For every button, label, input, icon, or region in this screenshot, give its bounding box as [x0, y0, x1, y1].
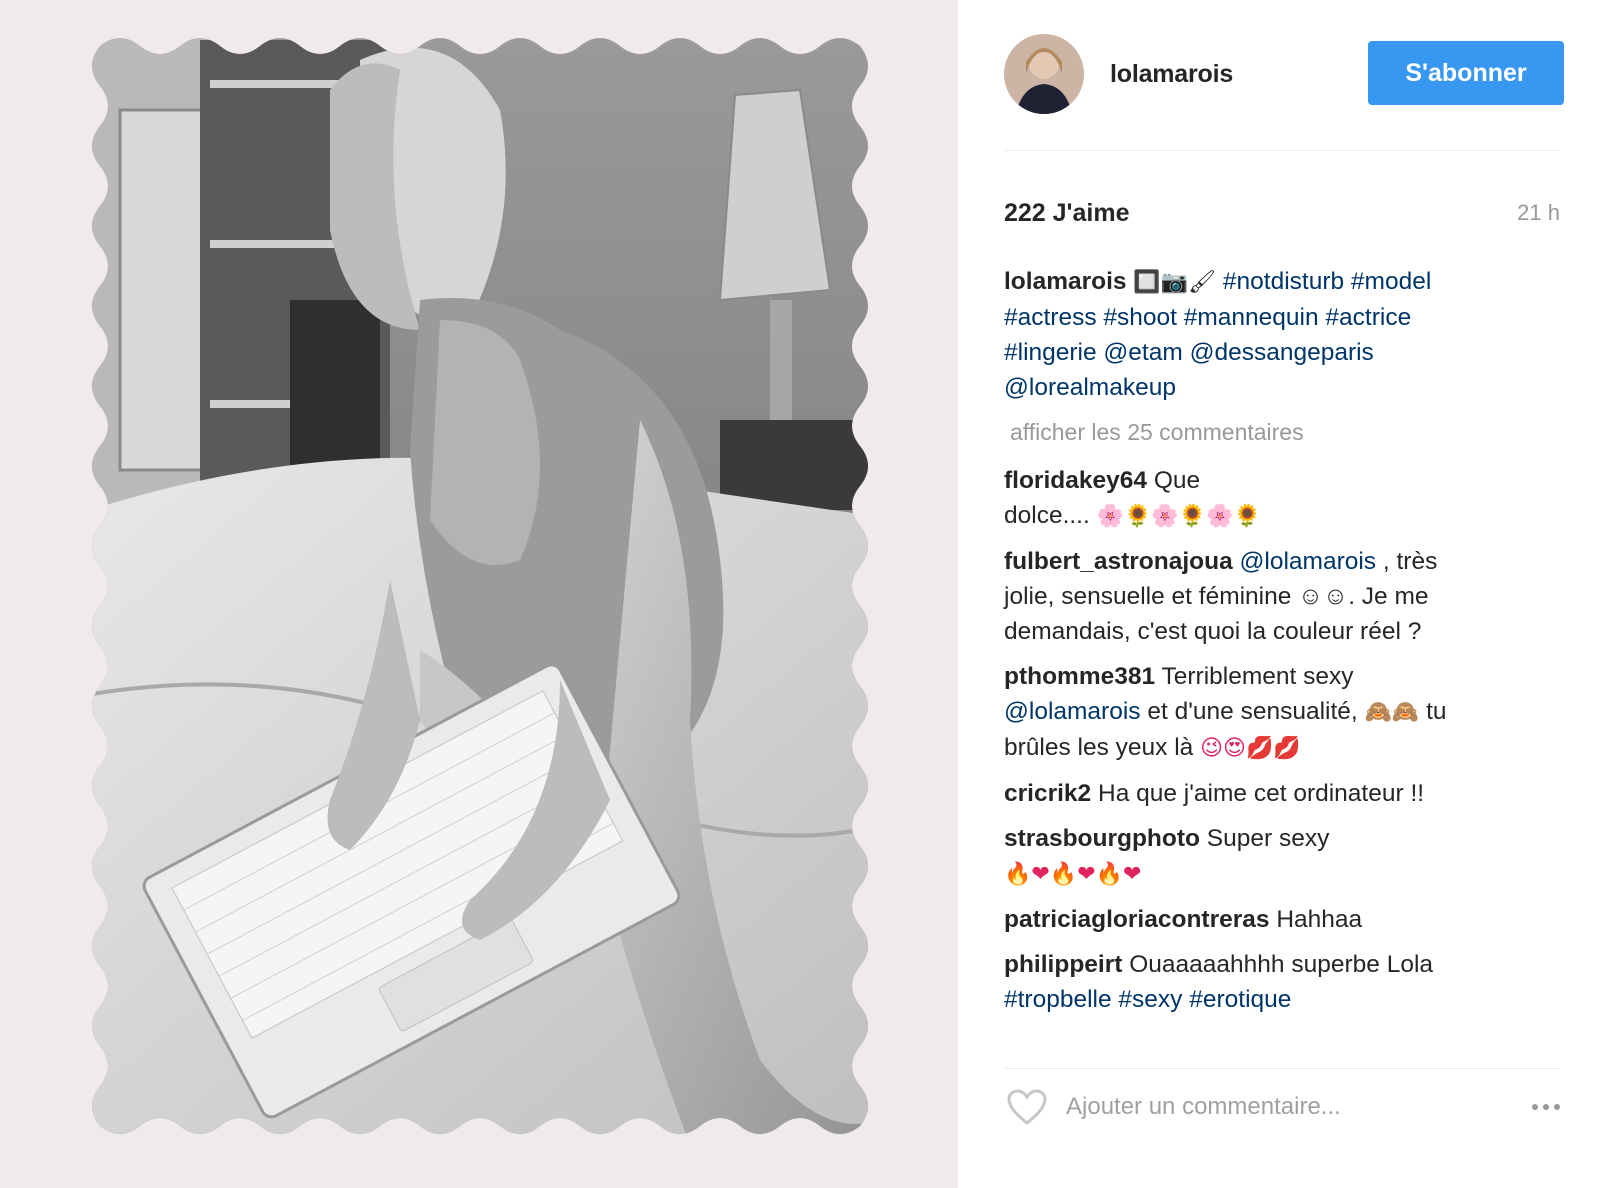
comment-item: philippeirt Ouaaaaahhhh superbe Lola #tr…	[1004, 947, 1560, 1017]
view-all-comments-link[interactable]: afficher les 25 commentaires	[1010, 415, 1560, 449]
heart-outline-icon	[1007, 1089, 1047, 1125]
comment-text: Terriblement sexy	[1155, 663, 1354, 690]
post-timestamp[interactable]: 21 h	[1517, 200, 1560, 226]
more-options-icon	[1532, 1104, 1560, 1110]
comment-author[interactable]: fulbert_astronajoua	[1004, 548, 1233, 575]
like-button[interactable]	[1004, 1084, 1050, 1130]
comment-text: Que	[1153, 467, 1201, 494]
add-comment-input[interactable]	[1066, 1093, 1508, 1121]
comment-author[interactable]: patriciagloriacontreras	[1004, 906, 1270, 933]
comments-list: lolamarois 🔲📷🖌 #notdisturb #model #actre…	[1004, 264, 1560, 1027]
comment-author[interactable]: philippeirt	[1004, 951, 1122, 978]
caption: lolamarois 🔲📷🖌 #notdisturb #model #actre…	[1004, 264, 1560, 405]
caption-author[interactable]: lolamarois	[1004, 268, 1127, 295]
caption-tags-2[interactable]: #actress #shoot #mannequin #actrice	[1004, 304, 1411, 331]
comment-text: jolie, sensuelle et féminine ☺☺. Je me	[1004, 583, 1429, 610]
add-comment-row	[1004, 1082, 1560, 1132]
header-divider	[1004, 150, 1560, 151]
comment-text: brûles les yeux là	[1004, 734, 1201, 761]
comment-item: cricrik2 Ha que j'aime cet ordinateur !!	[1004, 776, 1560, 811]
avatar-image	[1004, 34, 1084, 114]
comment-item: patriciagloriacontreras Hahhaa	[1004, 902, 1560, 937]
post-photo[interactable]	[0, 0, 958, 1188]
comment-emojis: 🔥❤🔥❤🔥❤	[1004, 862, 1142, 887]
comment-author[interactable]: floridakey64	[1004, 467, 1147, 494]
comment-item: strasbourgphoto Super sexy 🔥❤🔥❤🔥❤	[1004, 821, 1560, 892]
caption-emojis: 🔲📷🖌	[1133, 270, 1217, 295]
comment-mention[interactable]: @lolamarois	[1240, 548, 1377, 575]
comment-text: et d'une sensualité,	[1140, 698, 1365, 725]
follow-button[interactable]: S'abonner	[1368, 41, 1564, 105]
likes-count[interactable]: 222 J'aime	[1004, 199, 1130, 228]
comment-text: Ouaaaaahhhh superbe Lola	[1122, 951, 1434, 978]
comment-emojis: 🙈🙈	[1364, 700, 1420, 725]
caption-tags-3[interactable]: #lingerie @etam @dessangeparis	[1004, 339, 1374, 366]
caption-tags-4[interactable]: @lorealmakeup	[1004, 374, 1176, 401]
likes-row: 222 J'aime 21 h	[1004, 196, 1560, 230]
comment-tags[interactable]: #tropbelle #sexy #erotique	[1004, 986, 1291, 1013]
post-photo-panel	[0, 0, 958, 1188]
post-header: lolamarois S'abonner	[1004, 32, 1564, 116]
comment-text: demandais, c'est quoi la couleur réel ?	[1004, 618, 1422, 645]
comment-mention[interactable]: @lolamarois	[1004, 698, 1141, 725]
caption-tags-1[interactable]: #notdisturb #model	[1223, 268, 1431, 295]
comment-text: , très	[1376, 548, 1438, 575]
comment-emojis: 🌸🌻🌸🌻🌸🌻	[1096, 504, 1261, 529]
comment-text: Ha que j'aime cet ordinateur !!	[1091, 780, 1425, 807]
post-side-panel: lolamarois S'abonner 222 J'aime 21 h lol…	[958, 0, 1600, 1188]
comment-item: fulbert_astronajoua @lolamarois , très j…	[1004, 544, 1560, 649]
comment-item: floridakey64 Que dolce.... 🌸🌻🌸🌻🌸🌻	[1004, 463, 1560, 534]
comment-emojis: 😉😍💋💋	[1200, 736, 1301, 761]
add-comment-divider	[1004, 1068, 1560, 1069]
author-username[interactable]: lolamarois	[1110, 60, 1233, 89]
comment-author[interactable]: cricrik2	[1004, 780, 1091, 807]
more-options-button[interactable]	[1508, 1087, 1560, 1127]
comment-author[interactable]: strasbourgphoto	[1004, 825, 1200, 852]
comment-text: Hahhaa	[1269, 906, 1363, 933]
avatar[interactable]	[1004, 34, 1084, 114]
comment-text: tu	[1419, 698, 1447, 725]
comment-text: Super sexy	[1200, 825, 1330, 852]
comment-text: dolce....	[1004, 502, 1090, 529]
comment-author[interactable]: pthomme381	[1004, 663, 1155, 690]
comment-item: pthomme381 Terriblement sexy @lolamarois…	[1004, 659, 1560, 766]
